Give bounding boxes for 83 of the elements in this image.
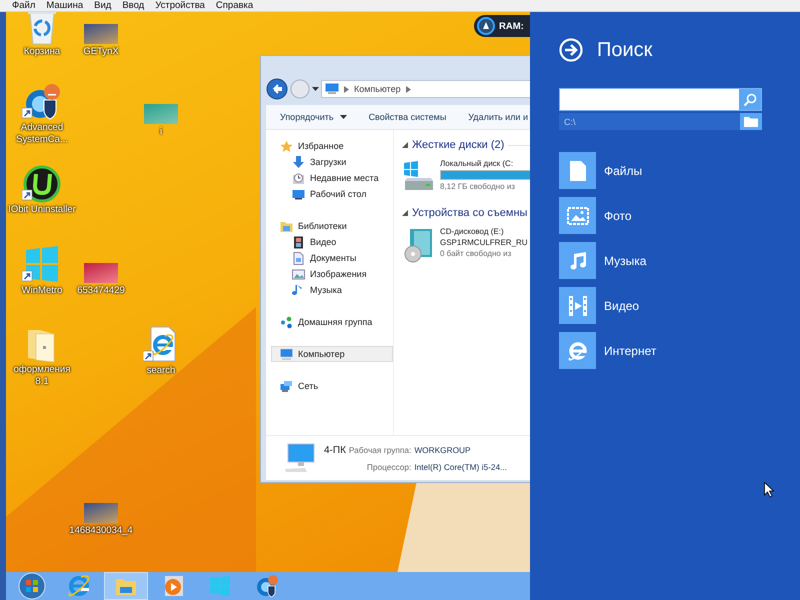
menu-item[interactable]: Вид — [90, 0, 118, 11]
drive-free-space: 0 байт свободно из — [440, 249, 512, 258]
library-folder-icon — [280, 220, 293, 232]
film-icon — [292, 236, 305, 248]
collapse-triangle-icon — [402, 142, 408, 148]
star-icon — [280, 140, 293, 152]
search-button[interactable] — [739, 89, 761, 110]
start-orb-icon — [18, 572, 46, 600]
field-label: Рабочая группа: — [348, 444, 412, 456]
breadcrumb-item[interactable]: Компьютер — [354, 84, 401, 94]
category-item[interactable]: Фото — [559, 197, 800, 234]
field-label: Процессор: — [366, 462, 412, 472]
ram-widget[interactable]: RAM: — [474, 15, 530, 37]
music-note-icon — [292, 284, 305, 296]
homegroup-icon — [280, 316, 293, 328]
field-value: WORKGROUP — [414, 444, 472, 456]
ram-label: RAM: — [499, 20, 524, 32]
panel-title: Поиск — [597, 38, 652, 62]
windows-tiles-icon — [209, 575, 231, 597]
nav-item[interactable]: Компьютер — [271, 346, 393, 362]
nav-item[interactable]: Музыка — [271, 282, 393, 298]
gauge-shield-icon — [255, 574, 279, 598]
nav-item[interactable]: Недавние места — [271, 170, 393, 186]
nav-item[interactable]: Избранное — [271, 138, 393, 154]
music-note-icon — [568, 250, 588, 270]
category-item[interactable]: Файлы — [559, 152, 800, 189]
nav-item[interactable]: Библиотеки — [271, 218, 393, 234]
file-icon — [568, 160, 586, 182]
nav-item[interactable]: Изображения — [271, 266, 393, 282]
mouse-cursor-icon — [764, 482, 774, 498]
document-icon — [292, 252, 305, 264]
menu-item[interactable]: Ввод — [118, 0, 152, 11]
computer-icon — [325, 83, 339, 95]
search-icon — [743, 92, 757, 106]
nav-item[interactable]: Домашняя группа — [271, 314, 393, 330]
play-icon — [162, 575, 184, 597]
menu-item[interactable]: Машина — [42, 0, 90, 11]
drive-name[interactable]: Локальный диск (C: — [440, 159, 530, 168]
menu-item[interactable]: Справка — [212, 0, 260, 11]
menu-item[interactable]: Файл — [8, 0, 42, 11]
search-field[interactable] — [559, 88, 762, 111]
section-header[interactable]: Устройства со съемны — [412, 207, 528, 219]
computer-icon — [284, 443, 316, 473]
collapse-triangle-icon — [402, 210, 408, 216]
nav-item[interactable]: Загрузки — [271, 154, 393, 170]
toolbar-button[interactable]: Упорядочить — [280, 112, 347, 122]
internet-explorer-icon — [67, 574, 91, 598]
address-bar[interactable]: Компьютер — [321, 80, 530, 98]
toolbar-button[interactable]: Удалить или и — [468, 112, 528, 122]
folder-icon — [115, 576, 137, 596]
back-button-icon — [266, 78, 288, 100]
folder-icon — [744, 116, 758, 127]
network-icon — [280, 380, 293, 392]
clock-folder-icon — [292, 172, 305, 184]
computer-icon — [280, 348, 293, 360]
category-item[interactable]: Видео — [559, 287, 800, 324]
drive-free-space: 8,12 ГБ свободно из — [440, 182, 516, 191]
caret-icon — [340, 115, 347, 119]
monitor-icon — [292, 188, 305, 200]
toolbar-button[interactable]: Свойства системы — [368, 112, 446, 122]
nav-item[interactable]: Рабочий стол — [271, 186, 393, 202]
caret-icon — [312, 87, 319, 91]
arrow-circle-icon — [559, 38, 583, 62]
chevron-icon — [344, 86, 349, 92]
globe-e-icon — [566, 340, 588, 362]
category-item[interactable]: Интернет — [559, 332, 800, 369]
nav-item[interactable]: Видео — [271, 234, 393, 250]
chevron-icon — [406, 86, 411, 92]
nav-item[interactable]: Документы — [271, 250, 393, 266]
forward-button-icon — [290, 79, 310, 99]
drive-name[interactable]: CD-дисковод (E:) — [440, 227, 528, 236]
nav-item[interactable]: Сеть — [271, 378, 393, 394]
picture-frame-icon — [566, 206, 588, 224]
field-value: Intel(R) Core(TM) i5-24... — [414, 462, 507, 472]
browse-button[interactable] — [740, 113, 762, 130]
section-header[interactable]: Жесткие диски (2) — [412, 139, 504, 151]
menu-item[interactable]: Устройства — [151, 0, 212, 11]
category-item[interactable]: Музыка — [559, 242, 800, 279]
picture-icon — [292, 268, 305, 280]
down-arrow-icon — [292, 156, 305, 168]
location-path: C:\ — [564, 116, 576, 126]
volume-label: GSP1RMCULFRER_RU — [440, 238, 528, 247]
computer-name: 4-ПК — [324, 444, 346, 456]
